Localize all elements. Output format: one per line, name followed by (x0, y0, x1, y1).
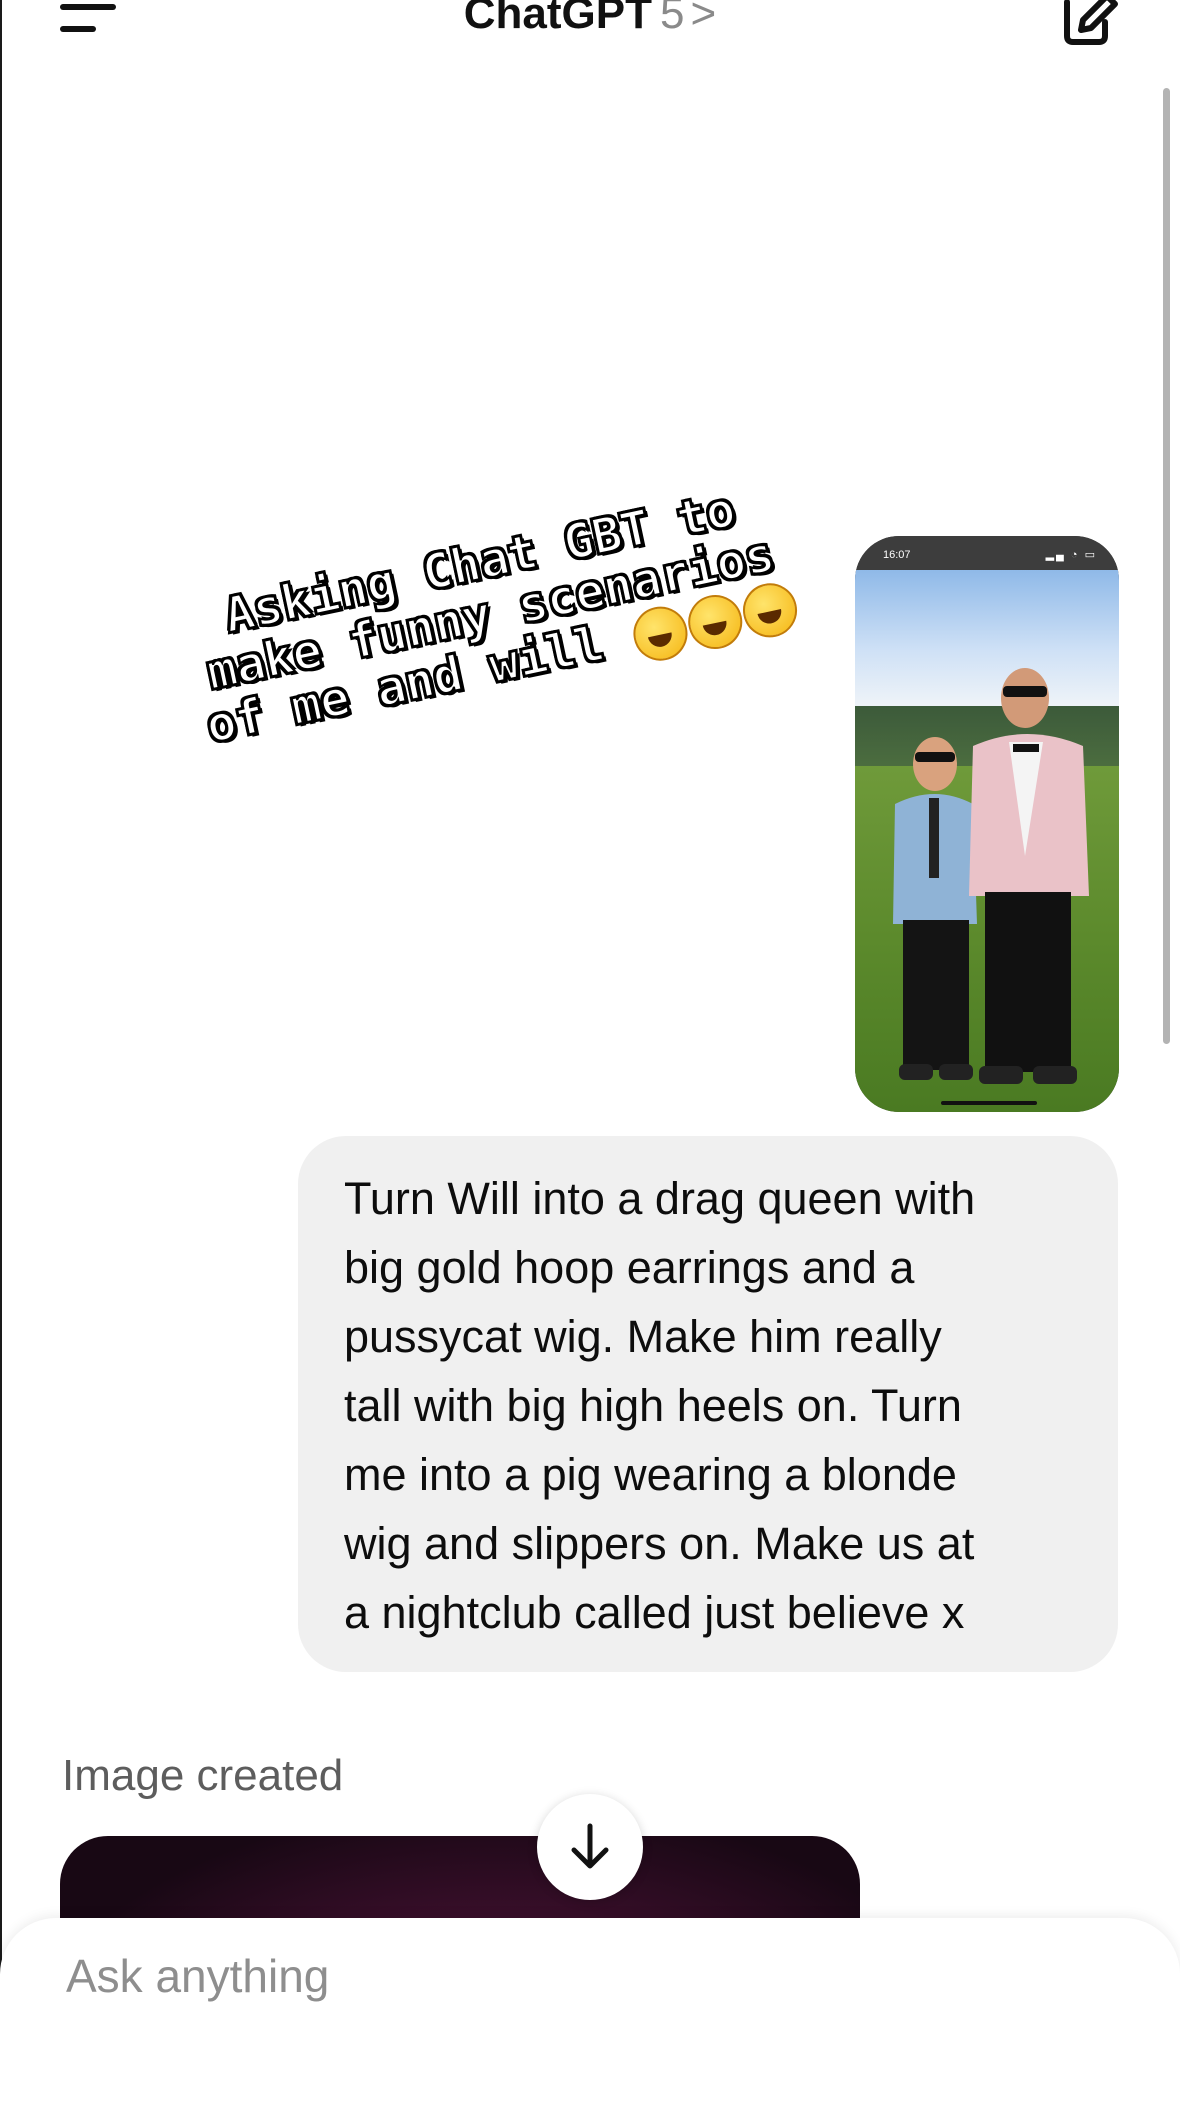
image-created-label: Image created (62, 1751, 344, 1800)
window-edge (0, 0, 2, 2096)
laughing-emoji-icon (682, 590, 748, 655)
app-name: ChatGPT (463, 0, 653, 38)
model-version: 5 (660, 0, 685, 38)
message-input[interactable]: Ask anything (66, 1944, 329, 2008)
phone-status-bar: 16:07 ▂▄ ◔ ▭ (855, 536, 1119, 570)
home-indicator (941, 1101, 1037, 1105)
scrollbar[interactable] (1163, 88, 1170, 1044)
overlay-caption: Asking Chat GBT to make funny scenarios … (132, 464, 850, 766)
person-pink-jacket (969, 668, 1089, 1084)
chevron-right-icon: > (690, 0, 717, 38)
top-bar: ChatGPT 5 > (0, 0, 1180, 70)
new-chat-icon[interactable] (1055, 0, 1121, 46)
attached-photo[interactable]: 16:07 ▂▄ ◔ ▭ (855, 536, 1119, 1112)
laughing-emoji-icon (628, 601, 693, 666)
arrow-down-icon (571, 1823, 609, 1869)
model-selector[interactable]: ChatGPT 5 > (0, 0, 1180, 42)
laughing-emoji-icon (737, 578, 802, 643)
status-time: 16:07 (883, 549, 911, 561)
scroll-down-button[interactable] (537, 1794, 643, 1900)
user-message-text: Turn Will into a drag queen with big gol… (344, 1173, 976, 1638)
user-message-bubble: Turn Will into a drag queen with big gol… (298, 1136, 1118, 1672)
signal-wifi-battery-icon: ▂▄ ◔ ▭ (1045, 549, 1097, 561)
composer[interactable]: Ask anything (0, 1918, 1180, 2118)
